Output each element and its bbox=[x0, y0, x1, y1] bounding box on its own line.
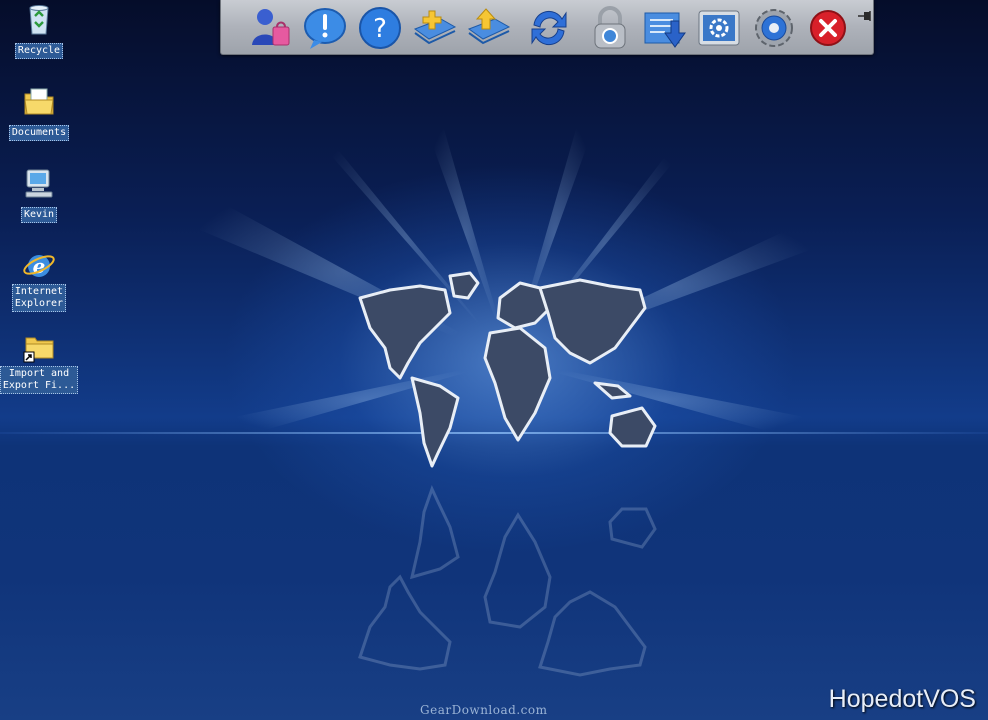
settings-button[interactable] bbox=[751, 5, 797, 51]
desktop-icon-label: Internet Explorer bbox=[11, 284, 67, 312]
settings-gear-icon bbox=[755, 9, 793, 47]
control-panel-icon bbox=[698, 10, 740, 46]
documents-folder-icon bbox=[24, 88, 54, 115]
new-folder-icon bbox=[413, 10, 457, 45]
desktop-icon-label: Documents bbox=[8, 125, 70, 141]
desktop-icon-import-export[interactable]: Import and Export Fi... bbox=[0, 330, 79, 394]
brand-logo-text: HopedotVOS bbox=[828, 685, 976, 713]
info-button[interactable] bbox=[302, 5, 348, 51]
upload-folder-icon bbox=[467, 8, 511, 45]
launcher-toolbar: ? bbox=[220, 0, 874, 55]
lock-button[interactable] bbox=[587, 5, 633, 51]
desktop-icon-recycle[interactable]: Recycle bbox=[0, 2, 79, 59]
folder-shortcut-icon bbox=[23, 337, 54, 363]
desktop-icon-label: Recycle bbox=[14, 43, 64, 59]
lock-icon bbox=[594, 6, 626, 49]
desktop-icon-internet-explorer[interactable]: e Internet Explorer bbox=[0, 248, 79, 312]
desktop-icon-label: Import and Export Fi... bbox=[0, 366, 79, 394]
svg-text:?: ? bbox=[373, 14, 387, 44]
close-button[interactable] bbox=[805, 5, 851, 51]
watermark-text: GearDownload.com bbox=[420, 703, 548, 717]
exclamation-info-icon bbox=[304, 8, 346, 49]
desktop-icon-kevin[interactable]: Kevin bbox=[0, 166, 79, 223]
desktop-icon-documents[interactable]: Documents bbox=[0, 84, 79, 141]
user-shopping-button[interactable] bbox=[247, 5, 293, 51]
world-map-reflection bbox=[358, 484, 657, 677]
user-shopping-icon bbox=[252, 9, 290, 46]
refresh-button[interactable] bbox=[526, 5, 572, 51]
upload-folder-button[interactable] bbox=[465, 5, 511, 51]
help-button[interactable]: ? bbox=[357, 5, 403, 51]
pin-icon[interactable] bbox=[858, 10, 874, 22]
new-folder-button[interactable] bbox=[411, 5, 457, 51]
recycle-bin-icon bbox=[29, 5, 49, 35]
download-icon bbox=[644, 12, 686, 48]
internet-explorer-icon: e bbox=[23, 254, 55, 278]
world-map-logo bbox=[358, 271, 657, 468]
control-panel-button[interactable] bbox=[696, 5, 742, 51]
my-computer-icon bbox=[25, 169, 53, 198]
refresh-sync-icon bbox=[531, 10, 567, 46]
download-button[interactable] bbox=[641, 5, 687, 51]
close-icon bbox=[810, 10, 846, 46]
help-question-icon: ? bbox=[359, 7, 401, 49]
desktop-icon-label: Kevin bbox=[20, 207, 58, 223]
